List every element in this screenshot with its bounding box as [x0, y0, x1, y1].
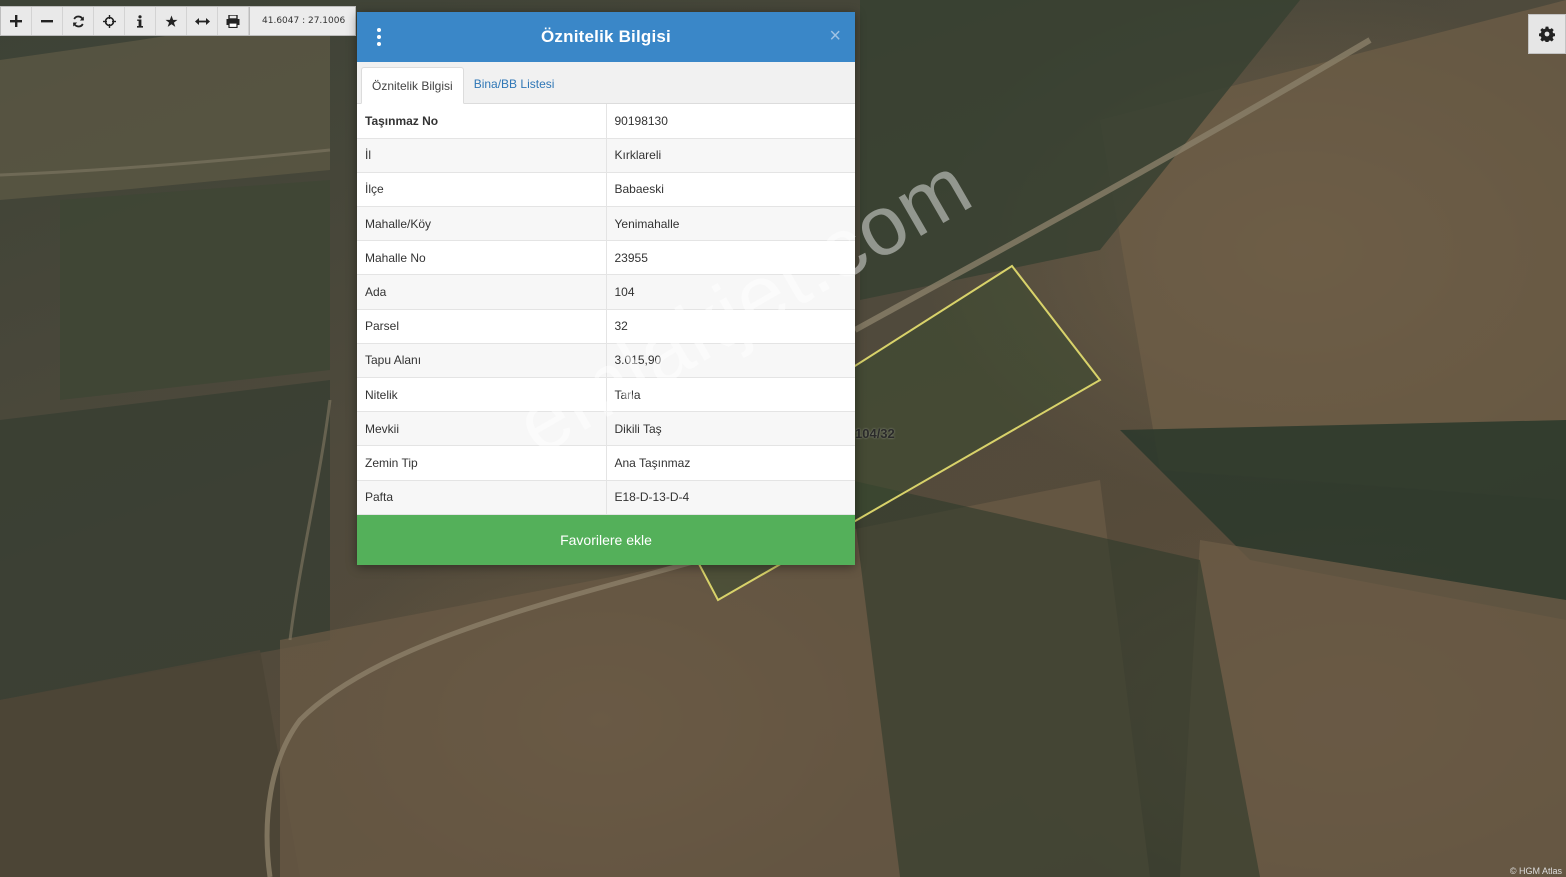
- print-button[interactable]: [218, 7, 249, 35]
- table-row: Mevkii Dikili Taş: [357, 411, 855, 447]
- table-row: İl Kırklareli: [357, 138, 855, 173]
- close-icon[interactable]: ×: [829, 26, 841, 46]
- refresh-icon: [72, 15, 84, 27]
- crosshair-icon: [102, 14, 116, 28]
- row-value: Ana Taşınmaz: [606, 445, 855, 481]
- attribute-info-dialog: Öznitelik Bilgisi × Öznitelik Bilgisi Bi…: [357, 12, 855, 565]
- dialog-header: Öznitelik Bilgisi ×: [357, 12, 855, 62]
- horizontal-arrows-icon: [194, 17, 210, 25]
- row-key: İl: [357, 138, 607, 173]
- star-icon: [165, 15, 177, 27]
- tab-attribute-info[interactable]: Öznitelik Bilgisi: [361, 67, 464, 104]
- add-to-favorites-button[interactable]: Favorilere ekle: [357, 515, 855, 565]
- row-key: Mahalle No: [357, 240, 607, 276]
- locate-button[interactable]: [94, 7, 125, 35]
- measure-button[interactable]: [187, 7, 218, 35]
- table-row: İlçe Babaeski: [357, 172, 855, 208]
- favorites-button[interactable]: [156, 7, 187, 35]
- refresh-button[interactable]: [63, 7, 94, 35]
- row-value: 23955: [606, 240, 855, 276]
- row-key: Parsel: [357, 309, 607, 344]
- tab-building-list[interactable]: Bina/BB Listesi: [464, 66, 565, 103]
- row-key: Nitelik: [357, 377, 607, 413]
- table-row: Tapu Alanı 3.015,90: [357, 343, 855, 379]
- zoom-out-button[interactable]: [32, 7, 63, 35]
- minus-icon: [41, 20, 53, 23]
- zoom-in-button[interactable]: [1, 7, 32, 35]
- row-key: Ada: [357, 274, 607, 310]
- row-key: Mahalle/Köy: [357, 206, 607, 242]
- parcel-label: 104/32: [855, 426, 895, 441]
- row-value: 3.015,90: [606, 343, 855, 379]
- vertical-dots-menu-icon[interactable]: [375, 28, 383, 46]
- row-value: Tarla: [606, 377, 855, 413]
- row-key: Tapu Alanı: [357, 343, 607, 379]
- dialog-tabs: Öznitelik Bilgisi Bina/BB Listesi: [357, 62, 855, 104]
- table-row: Mahalle/Köy Yenimahalle: [357, 206, 855, 242]
- table-row: Parsel 32: [357, 309, 855, 344]
- table-row: Mahalle No 23955: [357, 240, 855, 276]
- row-value: Kırklareli: [606, 138, 855, 173]
- row-value: Babaeski: [606, 172, 855, 208]
- map-attribution: © HGM Atlas: [1509, 866, 1562, 876]
- row-key: Taşınmaz No: [357, 104, 607, 139]
- info-icon: [137, 14, 143, 28]
- printer-icon: [226, 14, 240, 28]
- settings-button[interactable]: [1528, 14, 1566, 54]
- plus-icon: [10, 15, 22, 27]
- info-button[interactable]: [125, 7, 156, 35]
- gear-icon: [1539, 26, 1555, 42]
- row-value: E18-D-13-D-4: [606, 480, 855, 515]
- row-value: 90198130: [606, 104, 855, 139]
- table-row: Pafta E18-D-13-D-4: [357, 480, 855, 515]
- map-toolbar: 41.6047 : 27.1006: [0, 6, 357, 36]
- table-row: Nitelik Tarla: [357, 377, 855, 413]
- coordinate-readout: 41.6047 : 27.1006: [249, 7, 356, 35]
- row-value: Yenimahalle: [606, 206, 855, 242]
- row-key: İlçe: [357, 172, 607, 208]
- dialog-title: Öznitelik Bilgisi: [541, 27, 671, 46]
- row-key: Mevkii: [357, 411, 607, 447]
- table-row: Taşınmaz No 90198130: [357, 104, 855, 139]
- table-row: Zemin Tip Ana Taşınmaz: [357, 445, 855, 481]
- row-key: Zemin Tip: [357, 445, 607, 481]
- row-value: 32: [606, 309, 855, 344]
- row-key: Pafta: [357, 480, 607, 515]
- attribute-table: Taşınmaz No 90198130 İl Kırklareli İlçe …: [357, 104, 855, 515]
- row-value: Dikili Taş: [606, 411, 855, 447]
- row-value: 104: [606, 274, 855, 310]
- table-row: Ada 104: [357, 274, 855, 310]
